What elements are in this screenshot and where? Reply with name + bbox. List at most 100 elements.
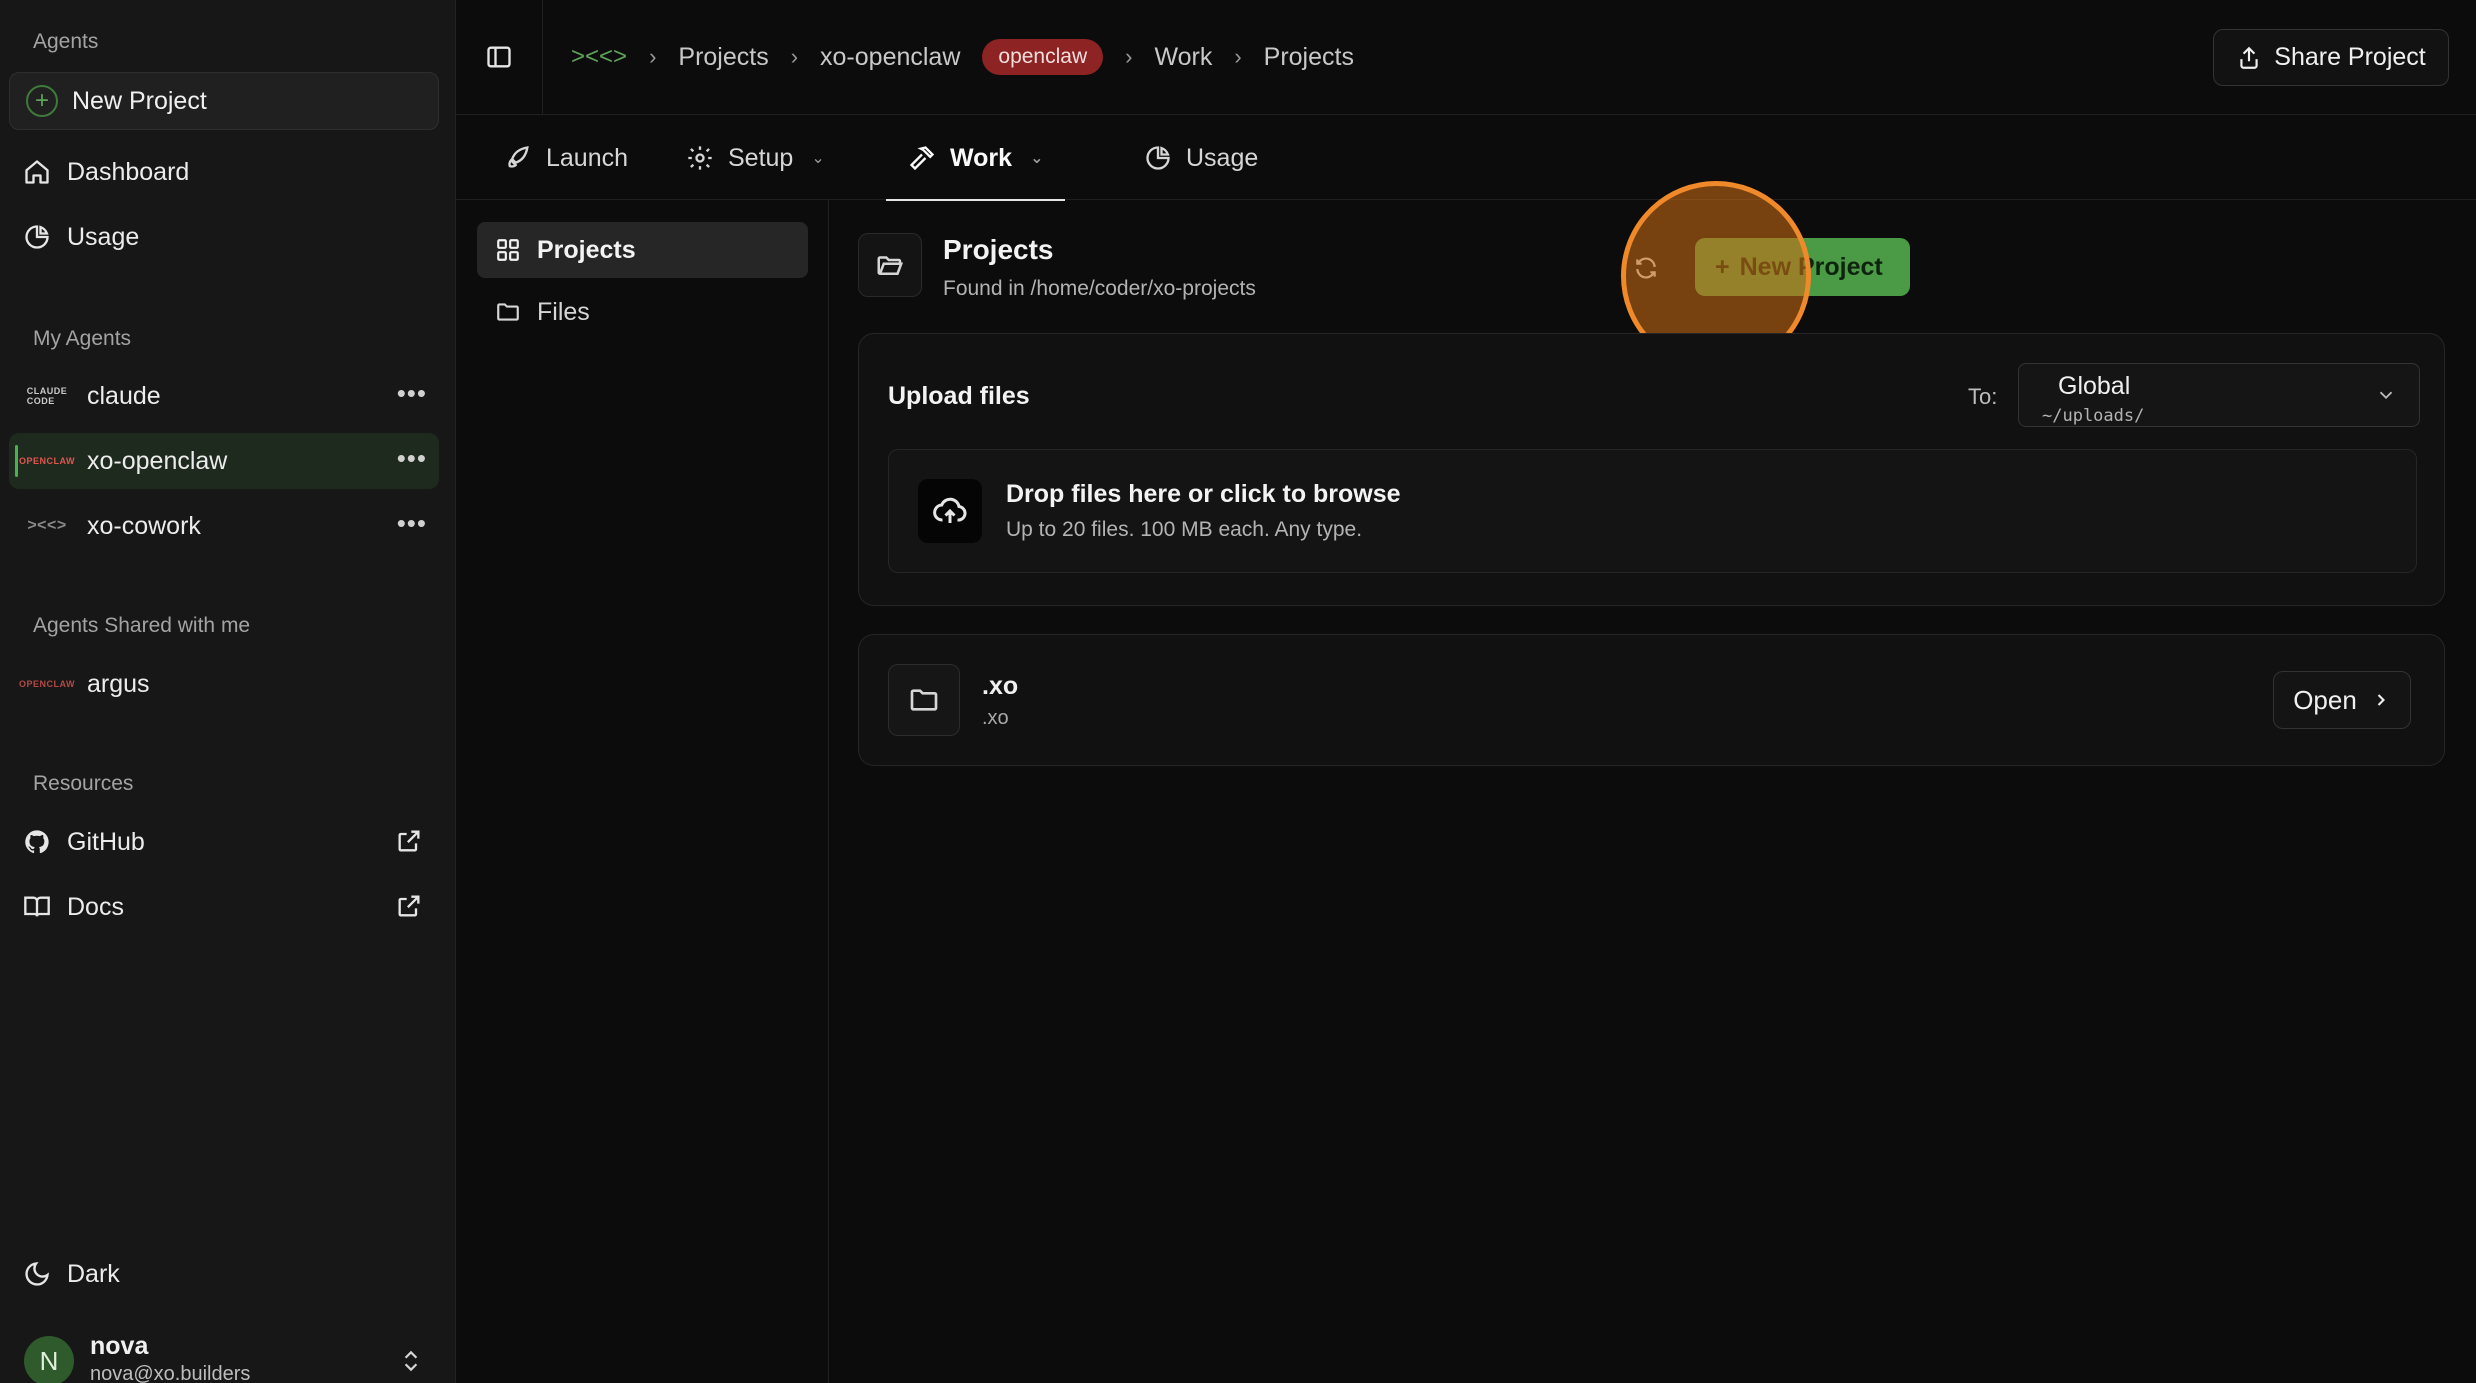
sidebar-item-docs[interactable]: Docs (9, 879, 439, 935)
panel-left-icon (487, 46, 511, 68)
sidebar-item-github[interactable]: GitHub (9, 814, 439, 870)
hammer-icon (909, 146, 935, 171)
tab-setup[interactable]: Setup ⌄ (686, 116, 825, 200)
tab-bar: Launch Setup ⌄ Work ⌄ Usage (456, 116, 2476, 201)
folder-icon (497, 303, 519, 321)
sidebar-item-label: Docs (67, 892, 124, 921)
user-name: nova (90, 1332, 149, 1360)
tab-label: Work (950, 143, 1013, 172)
chevrons-up-down-icon[interactable] (398, 1348, 424, 1374)
open-label: Open (2293, 684, 2357, 715)
breadcrumb-projects[interactable]: Projects (678, 43, 768, 72)
breadcrumb-work[interactable]: Work (1154, 43, 1212, 72)
breadcrumb: ><<> › Projects › xo-openclaw openclaw ›… (543, 39, 1354, 75)
tab-launch[interactable]: Launch (504, 116, 628, 200)
pie-chart-icon (25, 225, 49, 249)
project-name: .xo (982, 672, 1019, 700)
claude-code-logo: CLAUDE CODE (26, 386, 68, 406)
chevron-right-icon: › (790, 44, 799, 69)
chevron-right-icon: › (1234, 44, 1242, 69)
breadcrumb-agent[interactable]: xo-openclaw (820, 43, 960, 72)
external-link-icon (398, 895, 420, 917)
sidebar-item-dashboard[interactable]: Dashboard (9, 144, 439, 200)
sidebar-toggle-button[interactable] (456, 0, 543, 115)
xo-logo-icon[interactable]: ><<> (571, 43, 627, 71)
chevron-right-icon: › (649, 44, 657, 69)
tab-label: Usage (1186, 143, 1259, 172)
agent-label: xo-openclaw (87, 446, 228, 475)
user-email: nova@xo.builders (90, 1363, 251, 1383)
agent-label: xo-cowork (87, 511, 201, 540)
sidebar-item-label: Usage (67, 222, 140, 251)
chevron-down-icon: ⌄ (1030, 150, 1044, 167)
refresh-icon (1636, 257, 1656, 279)
avatar: N (24, 1336, 74, 1383)
external-link-icon (398, 830, 420, 852)
book-icon (24, 896, 50, 917)
dropzone-title: Drop files here or click to browse (1006, 480, 1401, 508)
destination-value: Global (2058, 372, 2131, 400)
plus-icon: + (26, 85, 58, 117)
share-label: Share Project (2274, 43, 2426, 71)
more-options-icon[interactable]: ••• (397, 445, 427, 471)
new-project-label: New Project (72, 86, 207, 115)
breadcrumb-current: Projects (1263, 42, 1354, 71)
theme-toggle[interactable]: Dark (9, 1246, 439, 1302)
sidebar-agent-claude[interactable]: CLAUDE CODE claude ••• (9, 368, 439, 424)
subnav-files[interactable]: Files (477, 284, 808, 340)
sidebar-agent-xo-cowork[interactable]: ><<> xo-cowork ••• (9, 498, 439, 554)
chevron-right-icon: › (1125, 44, 1133, 69)
destination-select[interactable]: Global ~/uploads/ (2018, 363, 2420, 427)
page-title: Projects (943, 234, 1054, 265)
page-subtitle: Found in /home/coder/xo-projects (943, 277, 1256, 300)
sidebar-item-label: Dashboard (67, 157, 190, 186)
sidebar-agent-xo-openclaw[interactable]: OPENCLAW xo-openclaw ••• (9, 433, 439, 489)
subnav-label: Projects (537, 235, 636, 264)
subnav-projects[interactable]: Projects (477, 222, 808, 278)
top-bar: ><<> › Projects › xo-openclaw openclaw ›… (456, 0, 2476, 115)
projects-content: Projects Found in /home/coder/xo-project… (829, 181, 2476, 1383)
github-icon (25, 830, 49, 854)
tab-usage[interactable]: Usage (1144, 116, 1258, 200)
chevron-right-icon (2377, 694, 2385, 706)
folder-open-icon (858, 233, 922, 297)
destination-label: To: (1968, 384, 1998, 409)
project-path: .xo (982, 707, 1009, 729)
dropzone-subtitle: Up to 20 files. 100 MB each. Any type. (1006, 518, 1363, 541)
tab-work[interactable]: Work ⌄ (886, 116, 1066, 201)
pie-chart-icon (1146, 146, 1170, 170)
resources-section-title: Resources (33, 772, 134, 795)
app-root: Agents + New Project Dashboard Usage My … (0, 0, 2476, 1383)
theme-label: Dark (67, 1259, 120, 1288)
share-icon (2240, 46, 2258, 69)
folder-icon (888, 664, 960, 736)
upload-card: Upload files To: Global ~/uploads/ Drop … (858, 333, 2445, 606)
sidebar-item-label: GitHub (67, 827, 145, 856)
agents-section-title: Agents (33, 30, 99, 53)
upload-cloud-icon (918, 479, 982, 543)
chevron-down-icon: ⌄ (811, 150, 825, 167)
more-options-icon[interactable]: ••• (397, 510, 427, 536)
new-project-label: New Project (1739, 252, 1883, 281)
main-panel: ><<> › Projects › xo-openclaw openclaw ›… (456, 0, 2476, 1383)
my-agents-section-title: My Agents (33, 327, 132, 350)
tab-label: Setup (728, 143, 794, 172)
refresh-button[interactable] (1626, 248, 1666, 288)
sidebar: Agents + New Project Dashboard Usage My … (0, 0, 456, 1383)
new-project-button-main[interactable]: + New Project (1695, 238, 1910, 296)
more-options-icon[interactable]: ••• (397, 380, 427, 406)
grid-icon (497, 239, 519, 261)
open-project-button[interactable]: Open (2273, 671, 2411, 729)
sidebar-agent-argus[interactable]: OPENCLAW argus (9, 656, 439, 712)
share-project-button[interactable]: Share Project (2213, 29, 2449, 86)
chevron-down-icon (2379, 391, 2393, 400)
gear-icon (688, 146, 712, 170)
file-dropzone[interactable]: Drop files here or click to browse Up to… (888, 449, 2417, 573)
shared-agents-section-title: Agents Shared with me (33, 614, 251, 637)
sidebar-item-usage[interactable]: Usage (9, 209, 439, 265)
user-menu[interactable]: N nova nova@xo.builders (24, 1330, 250, 1383)
xo-logo: ><<> (27, 517, 67, 534)
upload-title: Upload files (888, 382, 1030, 410)
plus-icon: + (1715, 252, 1730, 281)
new-project-button[interactable]: + New Project (9, 72, 439, 130)
